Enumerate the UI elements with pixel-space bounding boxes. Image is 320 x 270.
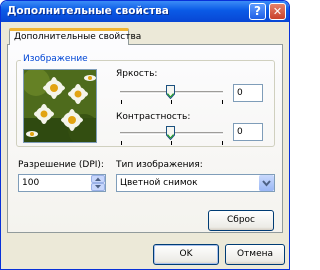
help-button[interactable]: ? [249, 3, 266, 20]
title-bar[interactable]: Дополнительные свойства ? ✕ [1, 1, 289, 22]
brightness-ticks [121, 100, 223, 104]
resolution-label: Разрешение (DPI): [18, 160, 104, 170]
contrast-slider-thumb[interactable] [166, 126, 175, 140]
contrast-ticks [121, 141, 223, 145]
brightness-input[interactable]: 0 [233, 84, 263, 102]
window-title: Дополнительные свойства [7, 5, 169, 17]
brightness-slider-thumb[interactable] [166, 85, 175, 99]
dialog-window: Дополнительные свойства ? ✕ Дополнительн… [0, 0, 290, 270]
image-type-select[interactable]: Цветной снимок [116, 174, 275, 192]
ok-button[interactable]: OK [153, 244, 219, 265]
image-type-dropdown-button[interactable] [259, 175, 274, 191]
preview-image [23, 69, 97, 143]
tab-advanced-properties[interactable]: Дополнительные свойства [9, 28, 141, 45]
close-button[interactable]: ✕ [269, 3, 286, 20]
brightness-label: Яркость: [116, 69, 158, 79]
flowers-image [24, 70, 96, 142]
image-type-label: Тип изображения: [116, 160, 203, 170]
image-group-label: Изображение [21, 54, 90, 64]
chevron-down-icon [262, 180, 271, 187]
cancel-button[interactable]: Отмена [225, 244, 285, 265]
contrast-label: Контрастность: [116, 112, 191, 122]
resolution-spinner[interactable] [91, 175, 105, 191]
reset-button[interactable]: Сброс [208, 210, 274, 231]
contrast-input[interactable]: 0 [233, 123, 263, 141]
tab-label: Дополнительные свойства [14, 32, 142, 42]
